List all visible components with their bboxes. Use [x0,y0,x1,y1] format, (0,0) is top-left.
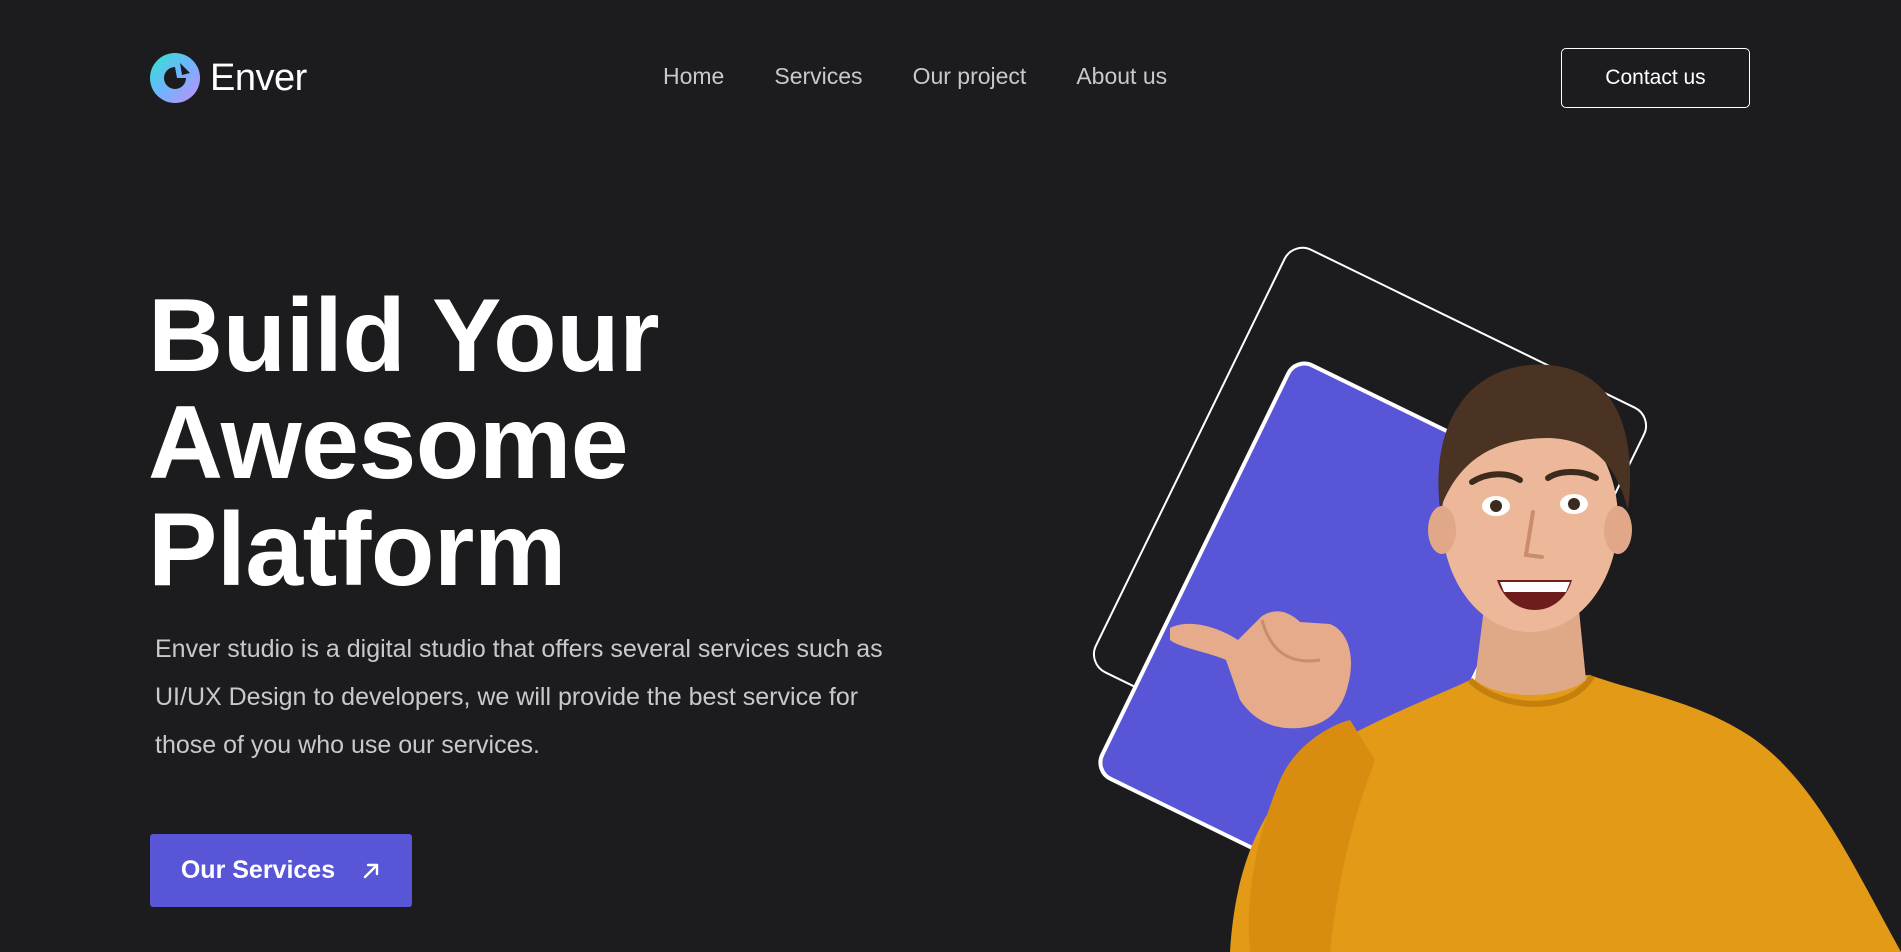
nav-item-about-us[interactable]: About us [1076,63,1167,90]
nav-item-our-project[interactable]: Our project [913,63,1027,90]
landing-page: Enver Home Services Our project About us… [0,0,1901,952]
hero-title-line-3: Platform [148,492,566,608]
enver-logo-icon [150,53,200,103]
hero-title-line-1: Build Your [148,278,660,394]
our-services-label: Our Services [180,856,336,884]
brand-logo[interactable]: Enver [150,53,307,103]
nav-item-services[interactable]: Services [774,63,862,90]
person-pointing-thumb-image [1092,246,1901,952]
contact-us-button[interactable]: Contact us [1561,48,1750,108]
brand-name: Enver [210,56,307,99]
hero-title: Build Your Awesome Platform [148,283,848,604]
hero-description: Enver studio is a digital studio that of… [155,635,883,759]
hero-title-line-2: Awesome [148,385,629,501]
main-nav: Home Services Our project About us [663,63,1167,90]
nav-item-home[interactable]: Home [663,63,724,90]
arrow-up-right-icon [363,863,379,878]
our-services-button[interactable]: Our Services [150,834,412,907]
hero-illustration [1030,220,1901,952]
